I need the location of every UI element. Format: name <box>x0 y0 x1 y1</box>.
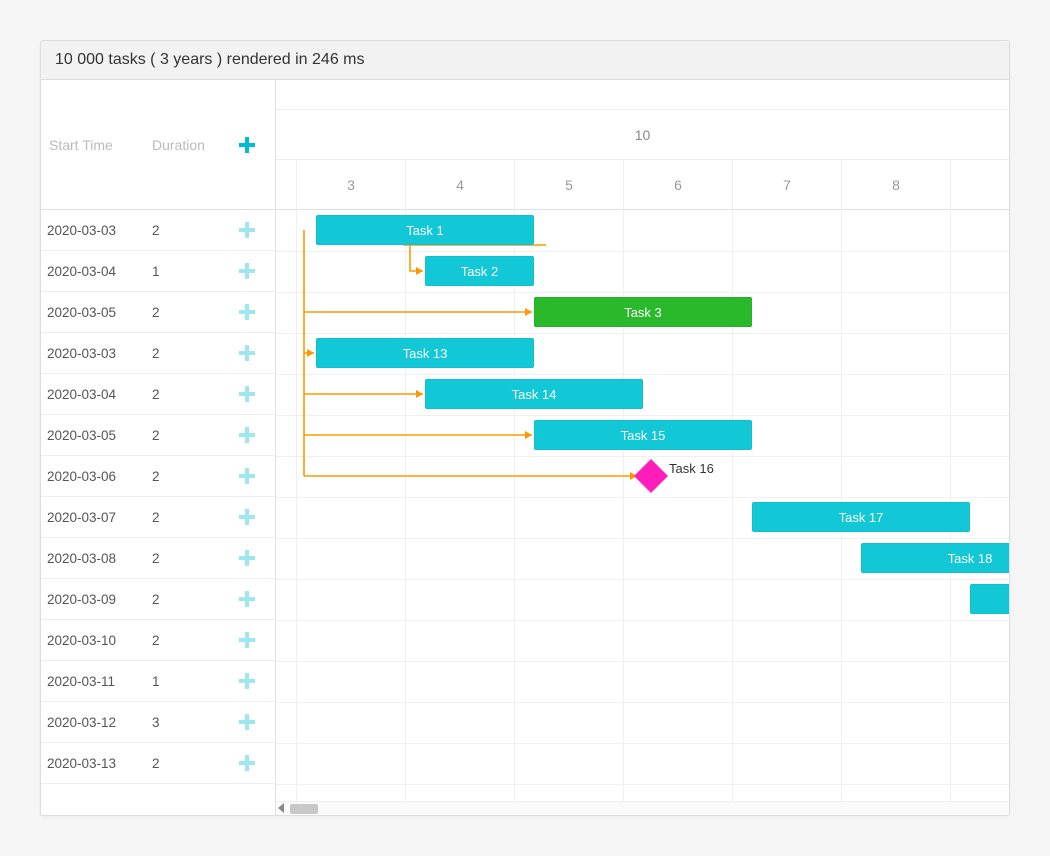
add-row-icon[interactable] <box>239 427 255 443</box>
timeline-header: 10 345678 <box>276 80 1009 210</box>
cell-duration: 1 <box>152 674 232 689</box>
cell-duration: 2 <box>152 756 232 771</box>
cell-duration: 2 <box>152 223 232 238</box>
table-row[interactable]: 2020-03-123 <box>41 702 275 743</box>
gantt-bar[interactable]: Task 14 <box>425 379 643 409</box>
add-row-icon[interactable] <box>239 714 255 730</box>
gantt-bar[interactable]: Task 15 <box>534 420 752 450</box>
gantt-bar[interactable]: Task 1 <box>316 215 534 245</box>
grid-rows: 2020-03-0322020-03-0412020-03-0522020-03… <box>41 210 275 815</box>
table-row[interactable]: 2020-03-042 <box>41 374 275 415</box>
add-row-icon[interactable] <box>239 304 255 320</box>
cell-start: 2020-03-03 <box>47 223 152 238</box>
gantt-bar[interactable]: Task 3 <box>534 297 752 327</box>
cell-start: 2020-03-05 <box>47 305 152 320</box>
horizontal-scrollbar[interactable] <box>276 801 1009 815</box>
timeline-tick: 8 <box>841 160 950 210</box>
timeline-tick: 7 <box>732 160 841 210</box>
grid-header: Start Time Duration <box>41 80 275 210</box>
table-row[interactable]: 2020-03-032 <box>41 333 275 374</box>
timeline-pane: 10 345678 Task 1Task 2Task 3Task 13Task … <box>276 80 1009 815</box>
cell-duration: 2 <box>152 551 232 566</box>
cell-start: 2020-03-04 <box>47 264 152 279</box>
add-row-icon[interactable] <box>239 509 255 525</box>
cell-duration: 2 <box>152 633 232 648</box>
cell-start: 2020-03-05 <box>47 428 152 443</box>
timeline-ticks: 345678 <box>276 160 1009 210</box>
cell-start: 2020-03-13 <box>47 756 152 771</box>
table-row[interactable]: 2020-03-041 <box>41 251 275 292</box>
gantt-panel: 10 000 tasks ( 3 years ) rendered in 246… <box>40 40 1010 816</box>
table-row[interactable]: 2020-03-111 <box>41 661 275 702</box>
add-row-icon[interactable] <box>239 591 255 607</box>
gantt-body: Start Time Duration 2020-03-0322020-03-0… <box>41 80 1009 815</box>
add-row-icon[interactable] <box>239 345 255 361</box>
cell-start: 2020-03-03 <box>47 346 152 361</box>
cell-start: 2020-03-11 <box>47 674 152 689</box>
gantt-chart[interactable]: Task 1 Task 2Task 3Task 13 Task 14 Task 15 T… <box>276 210 1009 801</box>
table-row[interactable]: 2020-03-092 <box>41 579 275 620</box>
cell-start: 2020-03-06 <box>47 469 152 484</box>
add-row-icon[interactable] <box>239 673 255 689</box>
timeline-tick: 3 <box>296 160 405 210</box>
cell-duration: 2 <box>152 428 232 443</box>
add-row-icon[interactable] <box>239 550 255 566</box>
milestone-label: Task 16 <box>669 461 714 476</box>
add-row-icon[interactable] <box>239 468 255 484</box>
table-row[interactable]: 2020-03-102 <box>41 620 275 661</box>
cell-start: 2020-03-08 <box>47 551 152 566</box>
cell-start: 2020-03-09 <box>47 592 152 607</box>
add-row-icon[interactable] <box>239 632 255 648</box>
cell-start: 2020-03-12 <box>47 715 152 730</box>
cell-duration: 1 <box>152 264 232 279</box>
cell-duration: 2 <box>152 305 232 320</box>
cell-duration: 2 <box>152 387 232 402</box>
cell-duration: 2 <box>152 469 232 484</box>
table-row[interactable]: 2020-03-052 <box>41 292 275 333</box>
gantt-bar[interactable]: Task 2 <box>425 256 534 286</box>
grid-pane: Start Time Duration 2020-03-0322020-03-0… <box>41 80 276 815</box>
table-row[interactable]: 2020-03-132 <box>41 743 275 784</box>
cell-duration: 3 <box>152 715 232 730</box>
add-row-icon[interactable] <box>239 222 255 238</box>
timeline-tick: 5 <box>514 160 623 210</box>
panel-title: 10 000 tasks ( 3 years ) rendered in 246… <box>41 41 1009 80</box>
add-row-icon[interactable] <box>239 263 255 279</box>
col-header-duration[interactable]: Duration <box>152 137 232 153</box>
timeline-group-label: 10 <box>276 110 1009 160</box>
timeline-tick: 4 <box>405 160 514 210</box>
gantt-bar[interactable]: Task 13 <box>316 338 534 368</box>
table-row[interactable]: 2020-03-072 <box>41 497 275 538</box>
scroll-thumb[interactable] <box>290 804 318 814</box>
cell-duration: 2 <box>152 510 232 525</box>
col-header-add <box>232 137 262 153</box>
table-row[interactable]: 2020-03-062 <box>41 456 275 497</box>
table-row[interactable]: 2020-03-032 <box>41 210 275 251</box>
timeline-tick: 6 <box>623 160 732 210</box>
cell-start: 2020-03-07 <box>47 510 152 525</box>
cell-duration: 2 <box>152 346 232 361</box>
add-column-icon[interactable] <box>239 137 255 153</box>
add-row-icon[interactable] <box>239 386 255 402</box>
gantt-bar[interactable]: Task 17 <box>752 502 970 532</box>
gantt-bar[interactable] <box>970 584 1009 614</box>
col-header-start[interactable]: Start Time <box>47 137 152 153</box>
table-row[interactable]: 2020-03-082 <box>41 538 275 579</box>
table-row[interactable]: 2020-03-052 <box>41 415 275 456</box>
gantt-bar[interactable]: Task 18 <box>861 543 1009 573</box>
cell-start: 2020-03-04 <box>47 387 152 402</box>
add-row-icon[interactable] <box>239 755 255 771</box>
cell-duration: 2 <box>152 592 232 607</box>
cell-start: 2020-03-10 <box>47 633 152 648</box>
scroll-left-icon[interactable] <box>278 803 284 813</box>
